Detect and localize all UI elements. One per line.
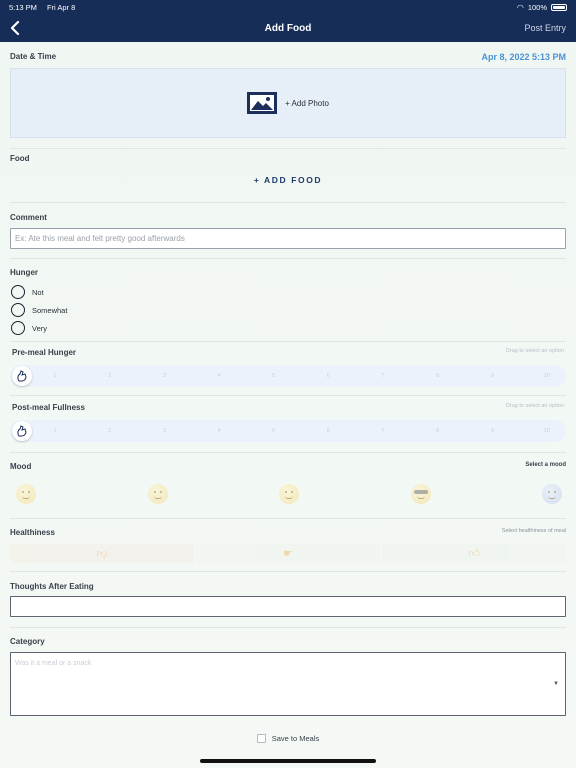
add-photo-button[interactable]: + Add Photo: [10, 68, 566, 138]
pre-meal-hunger-label: Pre-meal Hunger: [12, 348, 77, 357]
date-time-label: Date & Time: [10, 52, 57, 61]
divider: [10, 518, 566, 519]
thoughts-input[interactable]: [10, 596, 566, 617]
tick-label: 2: [108, 373, 112, 379]
mood-hint: Select a mood: [525, 462, 566, 468]
tick-label: 10: [543, 373, 550, 379]
hand-icon: [17, 425, 27, 437]
save-to-meals[interactable]: Save to Meals: [0, 734, 576, 743]
tick-label: 9: [490, 373, 494, 379]
tick-label: 10: [543, 428, 550, 434]
back-button[interactable]: [10, 18, 24, 38]
healthiness-label: Healthiness: [10, 528, 55, 537]
date-time-value[interactable]: Apr 8, 2022 5:13 PM: [481, 52, 566, 62]
healthiness-hint: Select healthiness of meal: [501, 528, 566, 534]
tick-label: 3: [162, 373, 166, 379]
food-label: Food: [10, 154, 30, 163]
image-icon: [247, 92, 278, 114]
category-placeholder: Was it a meal or a snack: [15, 660, 92, 667]
post-meal-fullness-slider[interactable]: 1 2 3 4 5 6 7 8 9 10: [10, 420, 566, 442]
tick-label: 9: [490, 428, 494, 434]
relieved-icon[interactable]: [147, 484, 168, 504]
post-entry-button[interactable]: Post Entry: [524, 23, 566, 33]
sunglasses-icon[interactable]: [410, 484, 431, 504]
status-bar: 5:13 PM Fri Apr 8 ◠ 100%: [0, 0, 576, 14]
tick-label: 8: [436, 373, 440, 379]
nav-bar: Add Food Post Entry: [0, 14, 576, 42]
add-photo-label: + Add Photo: [285, 98, 329, 108]
tick-label: 4: [217, 428, 221, 434]
home-indicator: [200, 759, 376, 763]
tick-label: 1: [53, 428, 57, 434]
thoughts-label: Thoughts After Eating: [10, 582, 94, 591]
pre-meal-hint: Drag to select an option: [505, 348, 564, 354]
category-label: Category: [10, 637, 45, 646]
tick-label: 6: [326, 373, 330, 379]
battery-percent: 100%: [527, 2, 547, 12]
radio-label: Very: [32, 323, 48, 333]
slider-thumb[interactable]: [12, 366, 32, 386]
healthiness-option-neutral[interactable]: ☛: [196, 544, 380, 563]
caret-down-icon: ▼: [553, 681, 559, 687]
chevron-left-icon: [10, 21, 20, 35]
tick-label: 2: [108, 428, 112, 434]
divider: [10, 258, 566, 259]
hunger-label: Hunger: [10, 268, 38, 277]
comment-input[interactable]: [10, 228, 566, 249]
slider-ticks: 1 2 3 4 5 6 7 8 9 10: [50, 365, 552, 387]
smile-icon[interactable]: [16, 484, 36, 504]
divider: [10, 452, 566, 453]
radio-label: Not: [32, 287, 44, 297]
wifi-icon: ◠: [516, 2, 524, 12]
tick-label: 7: [381, 373, 385, 379]
thumbs-down-icon: 👎︎: [96, 548, 108, 560]
status-right: ◠ 100%: [517, 3, 567, 12]
battery-icon: [551, 3, 567, 11]
tick-label: 4: [217, 373, 221, 379]
tick-label: 5: [272, 428, 276, 434]
divider: [10, 627, 566, 628]
save-checkbox[interactable]: [256, 734, 266, 743]
fearful-icon[interactable]: [542, 484, 562, 504]
hunger-option-very[interactable]: Very: [11, 321, 47, 335]
thumbs-up-icon: 👍︎: [468, 548, 480, 560]
hand-icon: [17, 370, 27, 382]
thumbs-sideways-icon: ☛: [283, 548, 293, 560]
divider: [10, 148, 566, 149]
radio-button[interactable]: [11, 285, 25, 299]
radio-label: Somewhat: [32, 305, 68, 315]
divider: [10, 395, 566, 396]
healthiness-option-bad[interactable]: 👎︎: [10, 544, 194, 563]
tick-label: 3: [162, 428, 166, 434]
divider: [10, 202, 566, 203]
slider-ticks: 1 2 3 4 5 6 7 8 9 10: [50, 420, 552, 442]
healthiness-options: 👎︎ ☛ 👍︎: [10, 544, 566, 563]
mood-options: [16, 484, 562, 504]
radio-button[interactable]: [11, 321, 25, 335]
healthiness-option-good[interactable]: 👍︎: [382, 544, 566, 563]
add-food-button[interactable]: + ADD FOOD: [0, 175, 576, 185]
mood-label: Mood: [10, 462, 32, 471]
tick-label: 7: [381, 428, 385, 434]
post-meal-fullness-label: Post-meal Fullness: [12, 403, 85, 412]
divider: [10, 341, 566, 342]
pre-meal-hunger-slider[interactable]: 1 2 3 4 5 6 7 8 9 10: [10, 365, 566, 387]
page-title: Add Food: [264, 22, 312, 34]
comment-label: Comment: [10, 213, 47, 222]
tick-label: 5: [272, 373, 276, 379]
status-time: 5:13 PM: [9, 2, 37, 12]
tick-label: 6: [326, 428, 330, 434]
dizzy-icon[interactable]: [279, 484, 299, 504]
hunger-option-somewhat[interactable]: Somewhat: [11, 303, 67, 317]
hunger-option-not[interactable]: Not: [11, 285, 44, 299]
category-select[interactable]: Was it a meal or a snack ▼: [10, 652, 566, 716]
tick-label: 1: [53, 373, 57, 379]
tick-label: 8: [436, 428, 440, 434]
divider: [10, 571, 566, 572]
save-label: Save to Meals: [271, 734, 320, 743]
post-meal-hint: Drag to select an option: [505, 403, 564, 409]
radio-button[interactable]: [11, 303, 25, 317]
status-date: Fri Apr 8: [46, 2, 76, 12]
slider-thumb[interactable]: [12, 421, 32, 441]
